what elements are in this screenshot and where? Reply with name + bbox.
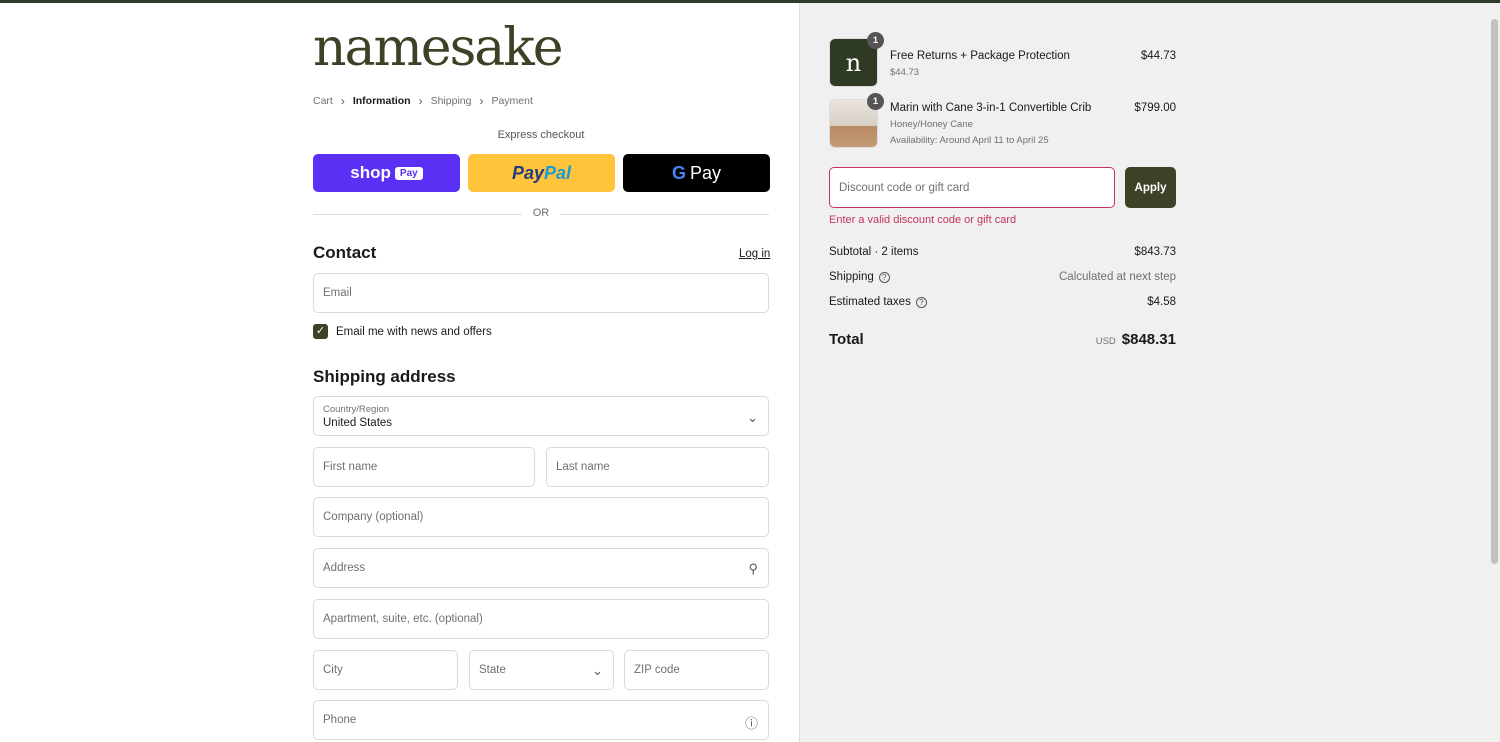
phone-placeholder: Phone bbox=[323, 714, 357, 726]
subtotal-value: $843.73 bbox=[1134, 246, 1176, 258]
discount-placeholder: Discount code or gift card bbox=[839, 181, 970, 194]
product-subprice: $44.73 bbox=[890, 67, 920, 78]
product-name: Free Returns + Package Protection bbox=[890, 50, 1070, 62]
scrollbar-thumb[interactable] bbox=[1491, 19, 1498, 564]
zip-placeholder: ZIP code bbox=[634, 664, 680, 676]
shop-pay-logo: shop bbox=[350, 163, 391, 182]
shipping-row: Shipping? Calculated at next step bbox=[829, 271, 1176, 283]
quantity-badge: 1 bbox=[867, 32, 884, 49]
state-placeholder: State bbox=[479, 664, 506, 676]
paypal-logo-pal: Pal bbox=[544, 162, 572, 183]
phone-field[interactable]: Phone ⓘ bbox=[313, 700, 769, 740]
subtotal-label: Subtotal · 2 items bbox=[829, 246, 919, 258]
contact-heading: Contact bbox=[313, 243, 377, 262]
apartment-placeholder: Apartment, suite, etc. (optional) bbox=[323, 613, 483, 625]
shipping-label: Shipping bbox=[829, 271, 874, 283]
country-value: United States bbox=[323, 416, 393, 429]
city-placeholder: City bbox=[323, 664, 343, 676]
product-availability: Availability: Around April 11 to April 2… bbox=[890, 135, 1049, 146]
taxes-value: $4.58 bbox=[1147, 296, 1176, 308]
or-text: OR bbox=[532, 207, 550, 219]
country-select[interactable]: Country/Region United States ⌄ bbox=[313, 396, 769, 436]
breadcrumb-information: Information bbox=[352, 95, 411, 107]
apartment-field[interactable]: Apartment, suite, etc. (optional) bbox=[313, 599, 769, 639]
newsletter-label[interactable]: Email me with news and offers bbox=[336, 326, 492, 338]
company-field[interactable]: Company (optional) bbox=[313, 497, 769, 537]
chevron-down-icon: ⌄ bbox=[747, 410, 758, 425]
discount-code-input[interactable]: Discount code or gift card bbox=[829, 167, 1115, 208]
google-pay-button[interactable]: G Pay bbox=[623, 154, 770, 192]
paypal-button[interactable]: Pay Pal bbox=[468, 154, 615, 192]
google-g-icon: G bbox=[671, 162, 686, 183]
total-row: Total USD $848.31 bbox=[829, 331, 1176, 348]
shipping-value: Calculated at next step bbox=[1059, 271, 1176, 283]
product-variant: Honey/Honey Cane bbox=[890, 119, 973, 130]
breadcrumb-shipping: Shipping bbox=[430, 95, 472, 107]
taxes-label: Estimated taxes bbox=[829, 296, 911, 308]
company-placeholder: Company (optional) bbox=[323, 511, 424, 523]
state-select[interactable]: State ⌄ bbox=[469, 650, 614, 690]
newsletter-checkbox[interactable]: ✓ bbox=[313, 324, 328, 339]
scrollbar[interactable] bbox=[1488, 3, 1500, 742]
apply-button[interactable]: Apply bbox=[1125, 167, 1176, 208]
google-pay-label: Pay bbox=[689, 162, 722, 183]
brand-logo[interactable]: namesake bbox=[313, 22, 564, 74]
chevron-right-icon: › bbox=[479, 94, 484, 108]
quantity-badge: 1 bbox=[867, 93, 884, 110]
product-price: $44.73 bbox=[1140, 50, 1176, 62]
log-in-link[interactable]: Log in bbox=[739, 248, 770, 260]
product-logo-letter: n bbox=[845, 48, 862, 77]
product-price: $799.00 bbox=[1134, 102, 1176, 114]
or-divider: OR bbox=[313, 207, 769, 221]
shop-pay-button[interactable]: shop Pay bbox=[313, 154, 460, 192]
help-icon[interactable]: ? bbox=[915, 297, 927, 308]
express-checkout-heading: Express checkout bbox=[497, 129, 585, 141]
email-field[interactable]: Email bbox=[313, 273, 769, 313]
email-placeholder: Email bbox=[323, 287, 352, 299]
breadcrumb: Cart › Information › Shipping › Payment bbox=[313, 94, 533, 108]
country-label: Country/Region bbox=[323, 403, 390, 415]
total-value: $848.31 bbox=[1121, 331, 1176, 348]
breadcrumb-payment: Payment bbox=[491, 95, 533, 107]
first-name-field[interactable]: First name bbox=[313, 447, 535, 487]
address-placeholder: Address bbox=[323, 562, 366, 574]
chevron-right-icon: › bbox=[340, 94, 345, 108]
taxes-row: Estimated taxes? $4.58 bbox=[829, 296, 1176, 308]
paypal-logo-pay: Pay bbox=[511, 162, 544, 183]
city-field[interactable]: City bbox=[313, 650, 458, 690]
help-icon[interactable]: ⓘ bbox=[745, 713, 758, 732]
subtotal-row: Subtotal · 2 items $843.73 bbox=[829, 246, 1176, 258]
first-name-placeholder: First name bbox=[323, 461, 378, 473]
product-name: Marin with Cane 3-in-1 Convertible Crib bbox=[890, 102, 1092, 114]
shipping-address-heading: Shipping address bbox=[313, 367, 456, 386]
search-icon: ⚲ bbox=[748, 561, 758, 576]
help-icon[interactable]: ? bbox=[878, 272, 890, 283]
last-name-placeholder: Last name bbox=[556, 461, 610, 473]
last-name-field[interactable]: Last name bbox=[546, 447, 769, 487]
zip-field[interactable]: ZIP code bbox=[624, 650, 769, 690]
chevron-down-icon: ⌄ bbox=[592, 663, 603, 678]
total-label: Total bbox=[829, 331, 864, 348]
address-field[interactable]: Address ⚲ bbox=[313, 548, 769, 588]
shop-pay-badge: Pay bbox=[394, 166, 423, 180]
currency-code: USD bbox=[1095, 336, 1116, 347]
breadcrumb-cart[interactable]: Cart bbox=[313, 95, 333, 107]
chevron-right-icon: › bbox=[418, 94, 423, 108]
discount-error: Enter a valid discount code or gift card bbox=[829, 214, 1017, 226]
